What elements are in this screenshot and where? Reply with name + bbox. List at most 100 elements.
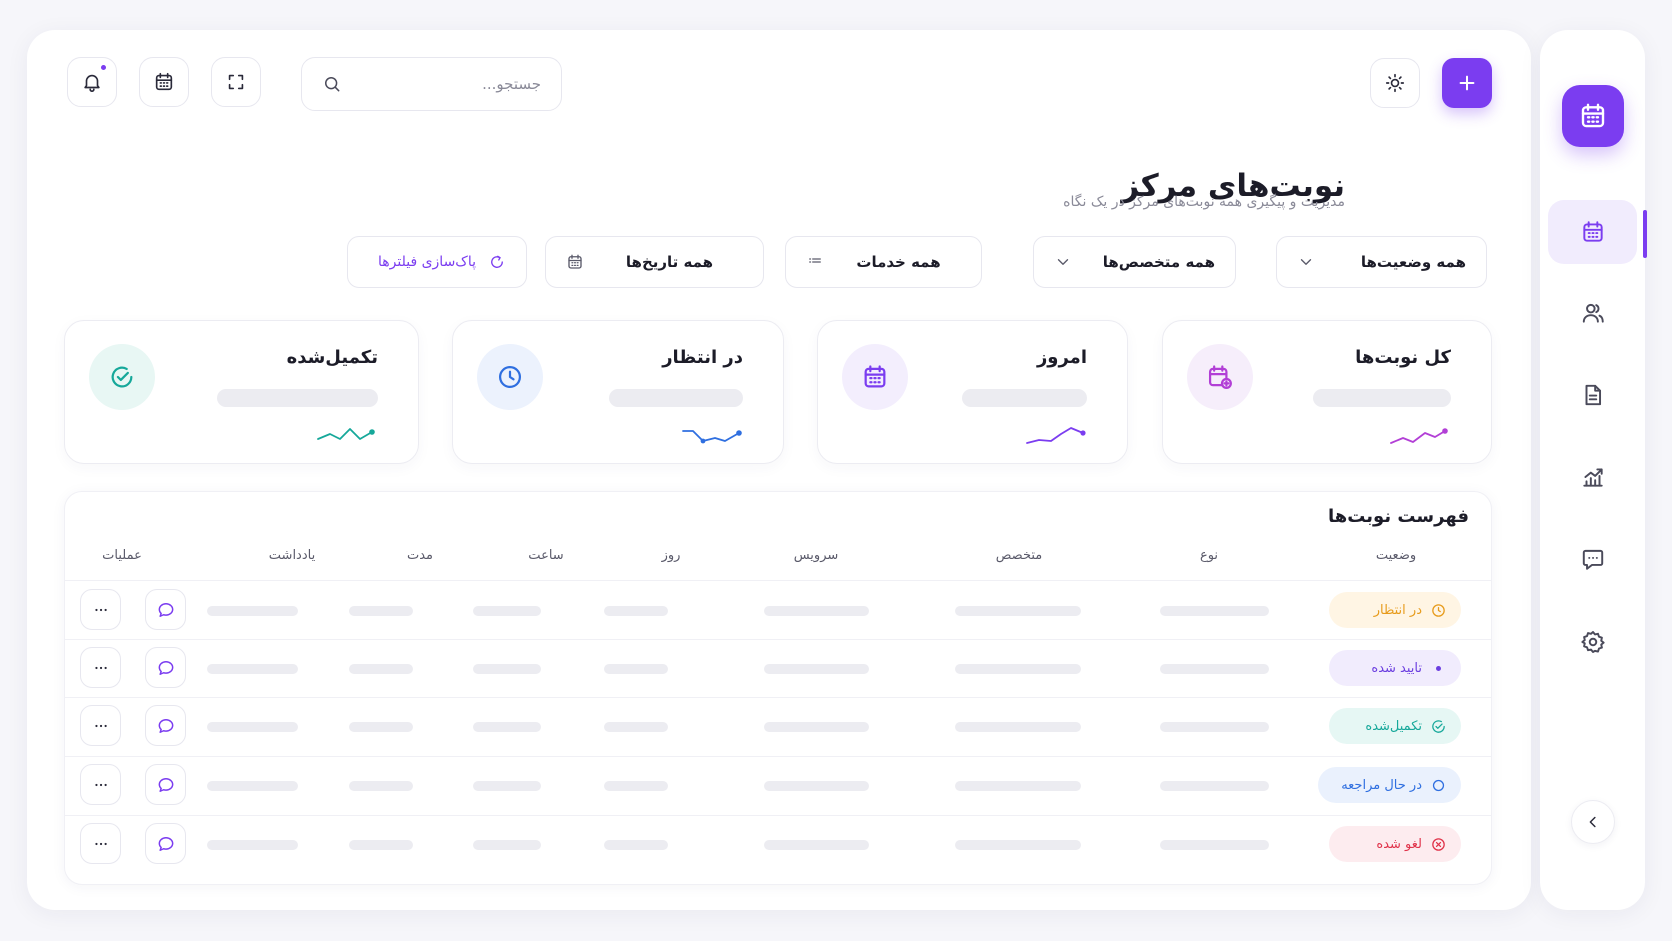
col-specialist: متخصص <box>995 548 1043 563</box>
cell-placeholder <box>1160 722 1269 732</box>
cell-placeholder <box>764 606 869 616</box>
fullscreen-icon <box>228 74 244 90</box>
cell-placeholder <box>473 722 541 732</box>
message-button[interactable] <box>145 705 186 746</box>
status-badge: لغو شده <box>1329 826 1461 862</box>
sparkline-pending <box>682 430 742 444</box>
message-button[interactable] <box>145 823 186 864</box>
sidebar-item-reports[interactable] <box>1548 445 1637 509</box>
cell-placeholder <box>473 664 541 674</box>
bell-icon <box>84 74 100 92</box>
status-label: تکمیل‌شده <box>1365 718 1422 734</box>
check-circle-icon <box>111 366 133 388</box>
stat-value-placeholder <box>1313 389 1451 407</box>
theme-toggle-button[interactable] <box>1370 58 1420 108</box>
sidebar-item-messages[interactable] <box>1548 527 1637 591</box>
sidebar <box>1540 30 1647 910</box>
stat-icon-wrap <box>89 344 155 410</box>
cell-placeholder <box>1160 606 1269 616</box>
cell-placeholder <box>207 722 298 732</box>
stat-title: تکمیل‌شده <box>286 347 378 368</box>
stat-icon-wrap <box>842 344 908 410</box>
header-divider <box>65 580 1491 581</box>
cell-placeholder <box>349 840 413 850</box>
cell-placeholder <box>604 606 668 616</box>
message-icon <box>158 718 173 733</box>
more-actions-button[interactable] <box>80 647 121 688</box>
more-actions-button[interactable] <box>80 589 121 630</box>
cell-placeholder <box>1160 840 1269 850</box>
chevron-down-icon <box>1300 259 1312 265</box>
search-icon <box>325 77 340 92</box>
sidebar-item-settings[interactable] <box>1548 610 1637 674</box>
row-divider <box>65 639 1491 640</box>
dates-filter[interactable]: همه تاریخ‌ها <box>545 236 764 288</box>
stat-card-pending: در انتظار <box>452 320 784 464</box>
sidebar-item-documents[interactable] <box>1548 363 1637 427</box>
reset-filters-button[interactable]: پاک‌سازی فیلترها <box>347 236 527 288</box>
cell-placeholder <box>349 664 413 674</box>
stat-icon-wrap <box>477 344 543 410</box>
message-icon <box>158 836 173 851</box>
cell-placeholder <box>764 781 869 791</box>
cell-placeholder <box>955 606 1081 616</box>
dot-icon <box>1436 665 1441 671</box>
x-circle-icon <box>1432 837 1445 851</box>
status-filter[interactable]: همه وضعیت‌ها <box>1276 236 1487 288</box>
cell-placeholder <box>764 722 869 732</box>
more-actions-button[interactable] <box>80 823 121 864</box>
cell-placeholder <box>349 722 413 732</box>
gear-icon <box>1580 631 1605 653</box>
col-service: سرویس <box>793 548 839 563</box>
sparkline-total <box>1390 428 1448 444</box>
status-label: در انتظار <box>1373 602 1422 618</box>
cell-placeholder <box>955 722 1081 732</box>
message-icon <box>158 777 173 792</box>
notification-dot <box>99 63 108 72</box>
sidebar-item-users[interactable] <box>1548 281 1637 345</box>
sidebar-collapse-button[interactable] <box>1571 800 1615 844</box>
col-time: ساعت <box>528 548 564 563</box>
message-button[interactable] <box>145 764 186 805</box>
cell-placeholder <box>1160 664 1269 674</box>
cell-placeholder <box>955 664 1081 674</box>
sparkline-completed <box>317 428 375 440</box>
cell-placeholder <box>764 664 869 674</box>
chevron-left-icon <box>1589 816 1596 828</box>
add-appointment-button[interactable] <box>1442 58 1492 108</box>
document-icon <box>1585 384 1601 406</box>
stat-title: کل نوبت‌ها <box>1355 347 1451 368</box>
more-actions-button[interactable] <box>80 705 121 746</box>
calendar-icon <box>568 254 582 269</box>
message-button[interactable] <box>145 647 186 688</box>
cell-placeholder <box>955 781 1081 791</box>
notifications-button[interactable] <box>67 57 117 107</box>
cell-placeholder <box>604 722 668 732</box>
status-badge: در حال مراجعه <box>1318 767 1461 803</box>
status-badge: تایید شده <box>1329 650 1461 686</box>
stat-title: در انتظار <box>662 347 743 368</box>
main-panel: نوبت‌های مرکز مدیریت و پیگیری همه نوبت‌ه… <box>27 30 1531 910</box>
calendar-button[interactable] <box>139 57 189 107</box>
specialist-filter[interactable]: همه متخصص‌ها <box>1033 236 1236 288</box>
sidebar-item-appointments[interactable] <box>1548 200 1637 264</box>
services-filter[interactable]: همه خدمات <box>785 236 982 288</box>
status-filter-label: همه وضعیت‌ها <box>1360 253 1466 271</box>
message-icon <box>158 660 173 675</box>
more-actions-button[interactable] <box>80 764 121 805</box>
cell-placeholder <box>207 606 298 616</box>
search-box[interactable] <box>301 57 562 111</box>
cell-placeholder <box>604 840 668 850</box>
cell-placeholder <box>764 840 869 850</box>
list-filter-icon <box>809 258 821 263</box>
app-logo <box>1562 85 1624 147</box>
fullscreen-button[interactable] <box>211 57 261 107</box>
search-input[interactable] <box>352 75 541 93</box>
col-day: روز <box>661 548 681 563</box>
stat-card-completed: تکمیل‌شده <box>64 320 419 464</box>
status-label: تایید شده <box>1371 660 1422 676</box>
message-button[interactable] <box>145 589 186 630</box>
cell-placeholder <box>207 840 298 850</box>
more-dots-icon <box>94 666 107 669</box>
status-badge: تکمیل‌شده <box>1329 708 1461 744</box>
